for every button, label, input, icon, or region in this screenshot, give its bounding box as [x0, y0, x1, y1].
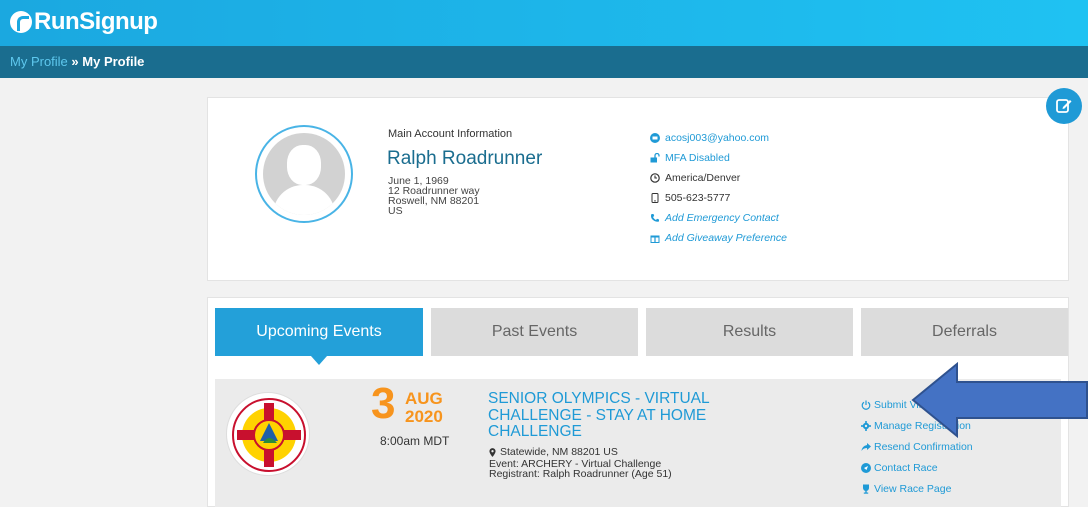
tab-label: Past Events — [491, 323, 578, 340]
event-year: 2020 — [405, 407, 443, 426]
action-label: View Race Page — [874, 482, 952, 495]
view-race-page-link[interactable]: View Race Page — [861, 478, 977, 499]
annotation-arrow-icon — [911, 362, 1088, 438]
avatar[interactable] — [255, 125, 353, 223]
contact-race-link[interactable]: Contact Race — [861, 457, 977, 478]
trophy-icon — [863, 484, 869, 494]
map-marker-icon — [489, 447, 496, 457]
event-time: 8:00am MDT — [380, 434, 450, 448]
default-user-icon — [263, 133, 345, 215]
phone-item: 505-623-5777 — [650, 188, 787, 208]
resend-confirmation-link[interactable]: Resend Confirmation — [861, 436, 977, 457]
power-icon — [861, 400, 871, 410]
top-header: RunSignup — [0, 0, 1088, 46]
gear-icon — [861, 420, 871, 431]
giveaway-item[interactable]: Add Giveaway Preference — [650, 228, 787, 248]
timezone-text: America/Denver — [665, 172, 741, 184]
clock-icon — [650, 173, 660, 183]
tab-label: Deferrals — [932, 323, 997, 340]
breadcrumb-current: My Profile — [82, 54, 145, 69]
tab-deferrals[interactable]: Deferrals — [861, 308, 1068, 356]
chat-icon — [861, 462, 871, 473]
edit-profile-button[interactable] — [1046, 88, 1082, 124]
race-title-link[interactable]: SENIOR OLYMPICS - VIRTUAL CHALLENGE - ST… — [488, 390, 758, 441]
share-arrow-icon — [861, 442, 871, 451]
logo-text: RunSignup — [34, 8, 158, 35]
phone-text: 505-623-5777 — [665, 192, 731, 204]
tab-label: Results — [722, 323, 777, 340]
registrant-line: Registrant: Ralph Roadrunner (Age 51) — [489, 468, 672, 480]
email-icon — [650, 133, 660, 143]
email-link[interactable]: acosj003@yahoo.com — [665, 132, 769, 144]
action-label: Contact Race — [874, 461, 938, 474]
emergency-contact-item[interactable]: Add Emergency Contact — [650, 208, 787, 228]
country: US — [388, 205, 403, 217]
action-label: Resend Confirmation — [874, 440, 973, 453]
tab-label: Upcoming Events — [256, 323, 382, 340]
email-item[interactable]: acosj003@yahoo.com — [650, 128, 787, 148]
sidebar — [0, 78, 205, 507]
account-name: Ralph Roadrunner — [387, 148, 543, 169]
timezone-item: America/Denver — [650, 168, 787, 188]
mfa-item[interactable]: MFA Disabled — [650, 148, 787, 168]
race-emblem-icon — [232, 398, 306, 472]
location-text: Statewide, NM 88201 US — [500, 446, 618, 458]
tab-upcoming-events[interactable]: Upcoming Events — [215, 308, 423, 365]
breadcrumb-separator: » — [71, 54, 79, 69]
breadcrumb: My Profile » My Profile — [10, 54, 144, 69]
edit-icon — [1056, 99, 1072, 113]
race-location: Statewide, NM 88201 US — [489, 447, 618, 457]
breadcrumb-link-my-profile[interactable]: My Profile — [10, 54, 68, 69]
breadcrumb-bar: My Profile » My Profile — [0, 46, 1088, 78]
gift-icon — [650, 235, 660, 243]
add-emergency-contact-link[interactable]: Add Emergency Contact — [665, 212, 779, 224]
contact-list: acosj003@yahoo.com MFA Disabled America/… — [650, 128, 787, 248]
tab-results[interactable]: Results — [646, 308, 853, 356]
add-giveaway-preference-link[interactable]: Add Giveaway Preference — [665, 232, 787, 244]
phone-icon — [651, 214, 659, 222]
race-logo[interactable] — [226, 392, 310, 476]
logo-mark-icon — [10, 11, 32, 33]
runsignup-logo[interactable]: RunSignup — [10, 8, 158, 36]
tab-past-events[interactable]: Past Events — [431, 308, 638, 356]
mobile-phone-icon — [651, 193, 659, 203]
mfa-status-link[interactable]: MFA Disabled — [665, 152, 730, 164]
event-day: 3 — [371, 379, 396, 428]
event-month: AUG — [405, 389, 443, 408]
unlock-icon — [650, 153, 660, 163]
account-info-label: Main Account Information — [388, 128, 513, 140]
